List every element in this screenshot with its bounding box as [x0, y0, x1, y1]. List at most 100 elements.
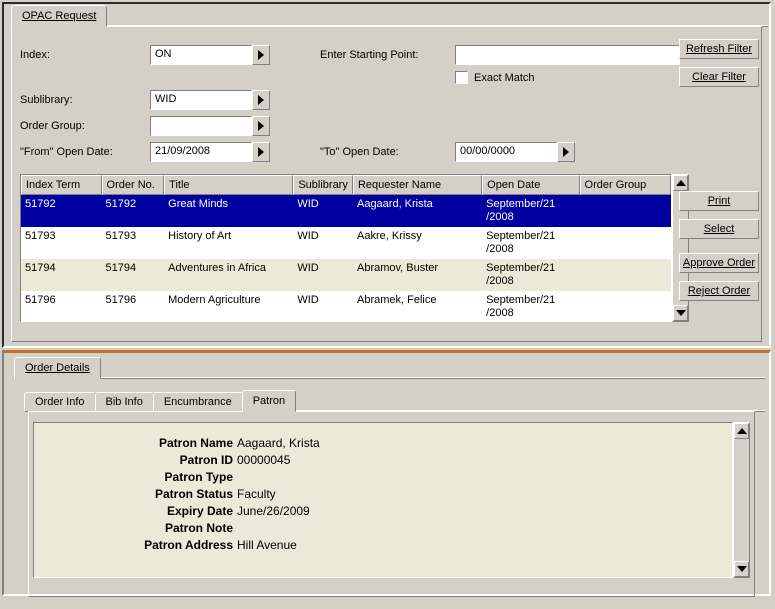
print-button[interactable]: Print — [679, 191, 759, 211]
tab-order-info[interactable]: Order Info — [24, 392, 96, 412]
table-cell: 51796 — [102, 291, 165, 321]
patron-field-label: Patron Type — [42, 469, 237, 486]
label-sublibrary: Sublibrary: — [20, 94, 150, 106]
table-cell: 51796 — [21, 291, 102, 321]
table-cell: September/21/2008 — [482, 291, 579, 321]
patron-field-row: Expiry DateJune/26/2009 — [42, 503, 724, 520]
scroll-up-button[interactable] — [673, 175, 688, 191]
table-cell — [580, 291, 671, 321]
tab-order-details[interactable]: Order Details — [14, 357, 101, 379]
table-row[interactable]: 5179351793History of ArtWIDAakre, Krissy… — [21, 227, 671, 259]
table-cell: WID — [293, 259, 353, 291]
scroll-down-button[interactable] — [734, 561, 749, 577]
index-input[interactable]: ON — [150, 45, 252, 65]
clear-filter-button[interactable]: Clear Filter — [679, 67, 759, 87]
patron-field-label: Patron Name — [42, 435, 237, 452]
select-button[interactable]: Select — [679, 219, 759, 239]
table-row[interactable]: 5179251792Great MindsWIDAagaard, KristaS… — [21, 195, 671, 227]
column-header[interactable]: Open Date — [482, 175, 579, 195]
starting-point-input[interactable] — [455, 45, 680, 65]
patron-field-value: Hill Avenue — [237, 537, 724, 554]
to-date-button[interactable] — [557, 142, 575, 162]
column-header[interactable]: Title — [164, 175, 293, 195]
table-cell: WID — [293, 195, 353, 227]
patron-field-value: Faculty — [237, 486, 724, 503]
table-cell: 51794 — [21, 259, 102, 291]
patron-field-row: Patron NameAagaard, Krista — [42, 435, 724, 452]
tab-opac-request[interactable]: OPAC Request — [11, 5, 107, 27]
patron-scrollbar[interactable] — [733, 422, 750, 578]
label-starting-point: Enter Starting Point: — [320, 49, 455, 61]
approve-order-button[interactable]: Approve Order — [679, 253, 759, 273]
arrow-right-icon — [563, 147, 569, 157]
patron-field-label: Patron Note — [42, 520, 237, 537]
exact-match-checkbox[interactable] — [455, 71, 468, 84]
table-cell: 51793 — [102, 227, 165, 259]
column-header[interactable]: Requester Name — [353, 175, 482, 195]
patron-field-value — [237, 469, 724, 486]
label-order-group: Order Group: — [20, 120, 150, 132]
label-to-date: "To" Open Date: — [320, 146, 455, 158]
table-cell — [580, 195, 671, 227]
patron-details-panel: Patron NameAagaard, KristaPatron ID00000… — [33, 422, 733, 578]
patron-field-row: Patron StatusFaculty — [42, 486, 724, 503]
table-cell: Abramek, Felice — [353, 291, 482, 321]
reject-order-button[interactable]: Reject Order — [679, 281, 759, 301]
sublibrary-input[interactable]: WID — [150, 90, 252, 110]
table-cell: Modern Agriculture — [164, 291, 293, 321]
patron-field-label: Patron ID — [42, 452, 237, 469]
column-header[interactable]: Order Group — [580, 175, 671, 195]
label-index: Index: — [20, 49, 150, 61]
patron-field-row: Patron Type — [42, 469, 724, 486]
arrow-down-icon — [676, 310, 686, 316]
patron-field-row: Patron AddressHill Avenue — [42, 537, 724, 554]
order-group-dropdown-button[interactable] — [252, 116, 270, 136]
table-cell: Adventures in Africa — [164, 259, 293, 291]
order-group-input[interactable] — [150, 116, 252, 136]
sublibrary-dropdown-button[interactable] — [252, 90, 270, 110]
orders-table: Index TermOrder No.TitleSublibraryReques… — [20, 174, 672, 322]
to-date-input[interactable]: 00/00/0000 — [455, 142, 557, 162]
table-cell — [580, 259, 671, 291]
arrow-right-icon — [258, 147, 264, 157]
table-cell: History of Art — [164, 227, 293, 259]
table-cell: September/21/2008 — [482, 195, 579, 227]
arrow-right-icon — [258, 121, 264, 131]
scroll-up-button[interactable] — [734, 423, 749, 439]
refresh-filter-button[interactable]: Refresh Filter — [679, 39, 759, 59]
label-from-date: "From" Open Date: — [20, 146, 150, 158]
tab-patron[interactable]: Patron — [242, 390, 296, 412]
table-cell: Aagaard, Krista — [353, 195, 482, 227]
table-cell: 51792 — [21, 195, 102, 227]
arrow-down-icon — [737, 566, 747, 572]
from-date-button[interactable] — [252, 142, 270, 162]
arrow-right-icon — [258, 95, 264, 105]
table-row[interactable]: 5179651796Modern AgricultureWIDAbramek, … — [21, 291, 671, 321]
patron-field-value — [237, 520, 724, 537]
table-row[interactable]: 5179451794Adventures in AfricaWIDAbramov… — [21, 259, 671, 291]
scroll-down-button[interactable] — [673, 305, 688, 321]
column-header[interactable]: Sublibrary — [293, 175, 353, 195]
table-cell: September/21/2008 — [482, 259, 579, 291]
patron-field-value: June/26/2009 — [237, 503, 724, 520]
table-cell: 51793 — [21, 227, 102, 259]
table-header: Index TermOrder No.TitleSublibraryReques… — [21, 175, 671, 195]
tab-bib-info[interactable]: Bib Info — [95, 392, 154, 412]
patron-field-label: Expiry Date — [42, 503, 237, 520]
table-cell: WID — [293, 227, 353, 259]
table-cell: 51794 — [102, 259, 165, 291]
table-cell: 51792 — [102, 195, 165, 227]
column-header[interactable]: Index Term — [21, 175, 102, 195]
arrow-right-icon — [258, 50, 264, 60]
column-header[interactable]: Order No. — [102, 175, 165, 195]
from-date-input[interactable]: 21/09/2008 — [150, 142, 252, 162]
index-dropdown-button[interactable] — [252, 45, 270, 65]
arrow-up-icon — [676, 180, 686, 186]
patron-field-value: Aagaard, Krista — [237, 435, 724, 452]
table-cell: Abramov, Buster — [353, 259, 482, 291]
table-cell: Aakre, Krissy — [353, 227, 482, 259]
tab-encumbrance[interactable]: Encumbrance — [153, 392, 243, 412]
patron-field-row: Patron Note — [42, 520, 724, 537]
table-cell: WID — [293, 291, 353, 321]
patron-field-label: Patron Status — [42, 486, 237, 503]
